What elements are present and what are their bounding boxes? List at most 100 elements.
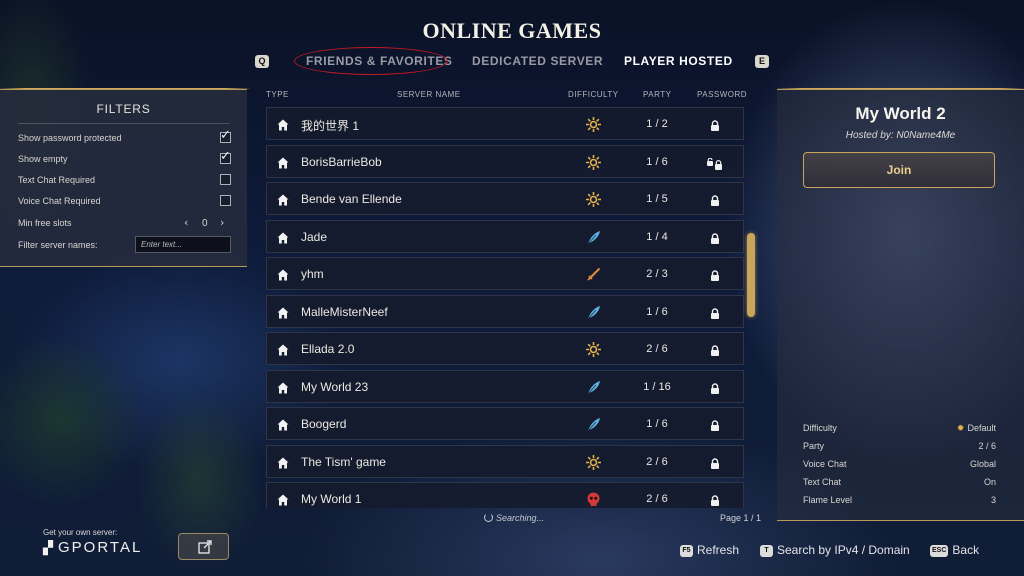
default-difficulty-icon: ✹ [956,423,965,433]
party-count: 1 / 16 [643,381,671,393]
server-detail-panel: My World 2 Hosted by: N0Name4Me Join Dif… [777,89,1024,521]
home-icon [277,343,289,356]
stat-difficulty: Difficulty ✹ Default [803,423,996,437]
tab-player-hosted[interactable]: PLAYER HOSTED [624,54,733,68]
server-name: The Tism' game [301,455,386,469]
party-count: 2 / 6 [646,493,668,505]
stat-key: Voice Chat [803,459,847,469]
server-row[interactable]: My World 1 2 / 6 [266,482,744,508]
default-sun-icon [585,116,602,133]
easy-feather-icon [585,379,602,396]
filter-label: Text Chat Required [18,175,96,185]
gportal-logo[interactable]: ▞ GPORTAL [43,539,142,556]
server-row[interactable]: Ellada 2.0 2 / 6 [266,332,744,365]
checkbox-unchecked[interactable] [220,174,231,185]
easy-feather-icon [585,304,602,321]
party-count: 1 / 2 [646,118,668,130]
gportal-logo-text: GPORTAL [58,539,143,556]
filter-label: Filter server names: [18,240,98,250]
tab-next-key[interactable]: E [755,55,769,68]
scrollbar-thumb[interactable] [747,233,755,317]
server-row[interactable]: Boogerd 1 / 6 [266,407,744,440]
home-icon [277,493,289,506]
server-name-filter-input[interactable] [135,236,231,253]
server-name: yhm [301,267,324,281]
checkbox-checked[interactable]: ✓ [220,149,231,164]
home-icon [277,231,289,244]
easy-feather-icon [585,229,602,246]
refresh-key: F5 [680,545,693,557]
lock-icon [707,419,723,431]
lock-icon [707,119,723,131]
server-list: 我的世界 1 1 / 2 BorisBarrieBob 1 / 6 Bende van … [266,106,746,508]
home-icon [277,156,289,169]
default-sun-icon [585,191,602,208]
easy-feather-icon [585,416,602,433]
filter-label: Voice Chat Required [18,196,101,206]
server-row[interactable]: MalleMisterNeef 1 / 6 [266,295,744,328]
check-icon: ✓ [220,128,231,143]
server-name: Jade [301,230,328,244]
checkbox-unchecked[interactable] [220,195,231,206]
tab-prev-key[interactable]: Q [255,55,269,68]
page-indicator: Page 1 / 1 [720,513,762,523]
external-link-button[interactable] [178,533,229,560]
lock-icon [707,269,723,281]
hosted-by: Hosted by: N0Name4Me [845,130,956,141]
filter-voice-chat-required[interactable]: Voice Chat Required [18,192,233,210]
filter-show-password-protected[interactable]: Show password protected ✓ [18,128,233,147]
refresh-button[interactable]: F5 Refresh [680,543,739,557]
chevron-right-icon[interactable]: › [220,216,224,229]
filter-show-empty[interactable]: Show empty ✓ [18,149,233,168]
lock-double-icon [707,157,723,170]
server-name: My World 23 [301,380,369,394]
back-label: Back [952,543,980,557]
server-name: Bende van Ellende [301,192,402,206]
server-name: Ellada 2.0 [301,342,355,356]
column-header-server-name[interactable]: SERVER NAME [397,90,461,99]
server-row[interactable]: My World 23 1 / 16 [266,370,744,403]
join-button[interactable]: Join [803,152,995,188]
stat-value: Global [969,459,996,469]
server-row[interactable]: BorisBarrieBob 1 / 6 [266,145,744,178]
lock-icon [707,232,723,244]
default-sun-icon [585,454,602,471]
chevron-left-icon[interactable]: ‹ [184,216,188,229]
filter-text-chat-required[interactable]: Text Chat Required [18,171,233,189]
stat-key: Text Chat [803,477,842,487]
tab-dedicated-server[interactable]: DEDICATED SERVER [472,54,603,68]
spinner-icon [484,513,493,522]
stat-value: On [983,477,996,487]
search-key: T [760,545,773,557]
searching-text: Searching... [496,513,545,523]
server-row[interactable]: Jade 1 / 4 [266,220,744,253]
stat-key: Difficulty [803,423,837,433]
lock-icon [707,457,723,469]
column-header-difficulty[interactable]: DIFFICULTY [568,90,619,99]
back-button[interactable]: ESC Back [930,543,979,557]
filter-label: Show password protected [18,133,122,143]
checkbox-checked[interactable]: ✓ [220,128,231,143]
check-icon: ✓ [220,149,231,164]
server-row[interactable]: The Tism' game 2 / 6 [266,445,744,478]
min-free-slots-value: 0 [202,218,208,229]
stat-flame-level: Flame Level 3 [803,495,996,509]
stat-key: Party [803,441,825,451]
server-row[interactable]: yhm 2 / 3 [266,257,744,290]
home-icon [277,381,289,394]
party-count: 1 / 5 [646,193,668,205]
lock-icon [707,307,723,319]
divider [18,123,230,124]
server-name: 我的世界 1 [301,119,360,133]
column-header-password[interactable]: PASSWORD [697,90,747,99]
column-header-party[interactable]: PARTY [643,90,671,99]
filter-server-names: Filter server names: [18,236,233,254]
search-label: Search by IPv4 / Domain [777,543,910,557]
server-row[interactable]: 我的世界 1 1 / 2 [266,107,744,140]
page-title: ONLINE GAMES [422,18,602,43]
server-row[interactable]: Bende van Ellende 1 / 5 [266,182,744,215]
search-by-ip-button[interactable]: T Search by IPv4 / Domain [760,543,910,557]
column-header-type[interactable]: TYPE [266,90,289,99]
party-count: 1 / 6 [646,156,668,168]
lock-icon [707,494,723,506]
